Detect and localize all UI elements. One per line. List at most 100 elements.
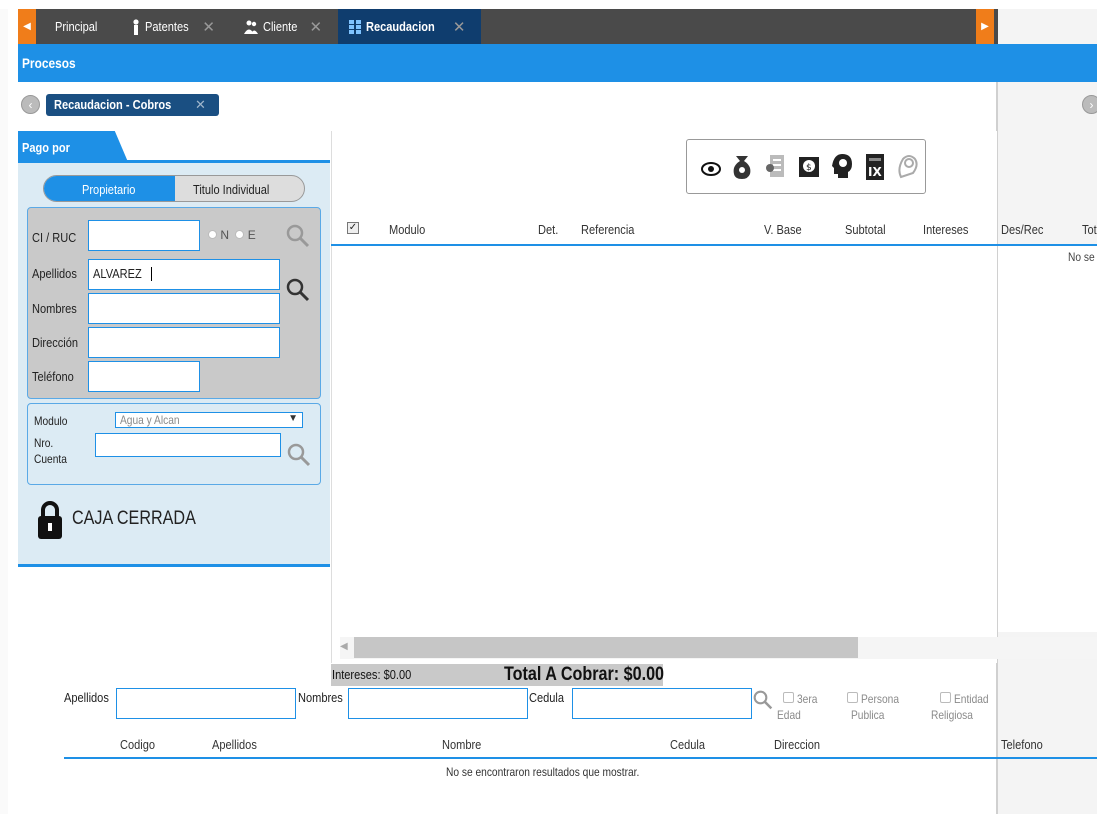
column-header-telefono[interactable]: Telefono: [1001, 737, 1043, 752]
bottom-cedula-input[interactable]: [572, 688, 752, 719]
close-icon[interactable]: ✕: [453, 18, 466, 36]
nro-cuenta-input[interactable]: [95, 433, 281, 457]
direccion-label: Dirección: [32, 335, 79, 350]
search-icon[interactable]: [286, 278, 310, 302]
checkbox[interactable]: [783, 692, 794, 703]
chevron-right-icon[interactable]: ›: [1082, 95, 1097, 114]
cobros-grid: [331, 131, 997, 663]
search-icon[interactable]: [753, 690, 773, 710]
nro-label: Nro.: [34, 436, 54, 450]
check-label-2: Religiosa: [931, 708, 973, 722]
cuenta-label: Cuenta: [34, 452, 67, 466]
column-header-det[interactable]: Det.: [538, 222, 558, 237]
radio-e-label: E: [247, 228, 256, 242]
nombres-input[interactable]: [88, 293, 280, 324]
check-entidad-religiosa[interactable]: Entidad: [940, 692, 995, 706]
search-icon[interactable]: [287, 443, 311, 467]
segment-propietario[interactable]: Propietario: [44, 176, 175, 201]
tab-bar: ◀ Principal Patentes ✕ Cliente ✕ Recauda…: [18, 9, 998, 44]
head-money-icon[interactable]: [830, 152, 854, 180]
column-header-des-rec[interactable]: Des/Rec: [1001, 222, 1043, 237]
tab-label: Cliente: [263, 19, 298, 34]
column-header-total[interactable]: Tot: [1082, 222, 1097, 237]
check-label-2: Edad: [777, 708, 801, 722]
total-a-cobrar: Total A Cobrar: $0.00: [504, 664, 665, 685]
tab-bar-extension: [998, 9, 1097, 44]
checkbox[interactable]: [847, 692, 858, 703]
column-header-v-base[interactable]: V. Base: [764, 222, 802, 237]
bottom-nombres-label: Nombres: [298, 690, 343, 705]
procesos-label: Procesos: [22, 55, 76, 71]
column-header-codigo[interactable]: Codigo: [120, 737, 155, 752]
breadcrumb: Recaudacion - Cobros: [54, 97, 172, 112]
tax-document-icon[interactable]: IX: [863, 152, 887, 182]
ci-input[interactable]: [88, 220, 200, 251]
divider: [331, 244, 1097, 246]
select-all-checkbox[interactable]: ✓: [347, 222, 359, 234]
intereses-total: Intereses: $0.00: [332, 667, 412, 682]
ci-label: CI / RUC: [32, 230, 77, 245]
chevron-down-icon: ▼: [288, 413, 298, 424]
bottom-nombres-input[interactable]: [348, 688, 528, 719]
apellidos-label: Apellidos: [32, 266, 77, 281]
tab-label: Principal: [55, 19, 98, 34]
bottom-cedula-label: Cedula: [529, 690, 565, 705]
close-icon[interactable]: ✕: [309, 18, 322, 36]
breadcrumb-tab[interactable]: Recaudacion - Cobros ✕: [46, 94, 219, 116]
direccion-input[interactable]: [88, 327, 280, 358]
check-label: 3era: [797, 692, 818, 706]
search-icon[interactable]: [286, 224, 310, 248]
cash-register-icon[interactable]: $: [797, 154, 821, 180]
tab-label: Recaudacion: [366, 19, 435, 34]
right-panel-body: [997, 246, 1097, 632]
apellidos-input[interactable]: ALVAREZ: [88, 259, 280, 290]
bottom-apellidos-label: Apellidos: [64, 690, 109, 705]
money-bag-icon[interactable]: [731, 152, 753, 180]
hand-coin-icon[interactable]: [895, 153, 919, 179]
column-header-intereses[interactable]: Intereses: [923, 222, 968, 237]
ledger-icon: [349, 19, 361, 34]
tab-scroll-left-button[interactable]: ◀: [18, 9, 36, 44]
check-3era-edad[interactable]: 3era: [783, 692, 821, 706]
person-icon: [133, 18, 139, 35]
nombres-label: Nombres: [32, 301, 77, 316]
close-icon[interactable]: ✕: [202, 18, 215, 36]
svg-text:IX: IX: [868, 165, 882, 179]
receipt-icon[interactable]: [765, 154, 787, 180]
chevron-left-icon[interactable]: ◀: [340, 641, 348, 652]
radio-n-label: N: [220, 228, 230, 242]
divider: [64, 757, 1097, 759]
tab-scroll-right-button[interactable]: ▶: [976, 9, 994, 44]
column-header-modulo[interactable]: Modulo: [389, 222, 425, 237]
column-header-cedula[interactable]: Cedula: [670, 737, 705, 752]
modulo-label: Modulo: [34, 414, 68, 428]
tab-patentes[interactable]: Patentes ✕: [131, 9, 215, 44]
close-icon[interactable]: ✕: [195, 97, 206, 112]
scrollbar-thumb[interactable]: [354, 637, 858, 658]
eye-icon[interactable]: [701, 162, 721, 176]
column-header-direccion[interactable]: Direccion: [774, 737, 820, 752]
column-header-subtotal[interactable]: Subtotal: [845, 222, 886, 237]
bottom-apellidos-input[interactable]: [116, 688, 296, 719]
radio-group: N E: [208, 228, 256, 242]
lock-icon: [38, 501, 62, 539]
segment-label: Propietario: [82, 182, 136, 197]
caja-status: CAJA CERRADA: [72, 508, 196, 529]
chevron-left-icon[interactable]: ‹: [21, 95, 40, 114]
checkbox[interactable]: [940, 692, 951, 703]
column-header-referencia[interactable]: Referencia: [581, 222, 634, 237]
tab-cliente[interactable]: Cliente ✕: [243, 9, 322, 44]
telefono-input[interactable]: [88, 361, 200, 392]
action-toolbar: $ IX: [686, 139, 926, 194]
radio-e[interactable]: [235, 230, 245, 239]
modulo-value: Agua y Alcan: [120, 413, 180, 427]
tab-recaudacion[interactable]: Recaudacion ✕: [338, 9, 481, 44]
modulo-select[interactable]: Agua y Alcan ▼: [115, 412, 303, 428]
pago-por-tab: Pago por: [18, 131, 128, 162]
radio-n[interactable]: [208, 230, 217, 239]
segment-titulo-individual[interactable]: Titulo Individual: [175, 176, 304, 201]
column-header-apellidos[interactable]: Apellidos: [212, 737, 257, 752]
column-header-nombre[interactable]: Nombre: [442, 737, 481, 752]
tab-principal[interactable]: Principal: [55, 9, 105, 44]
check-persona-publica[interactable]: Persona: [847, 692, 906, 706]
